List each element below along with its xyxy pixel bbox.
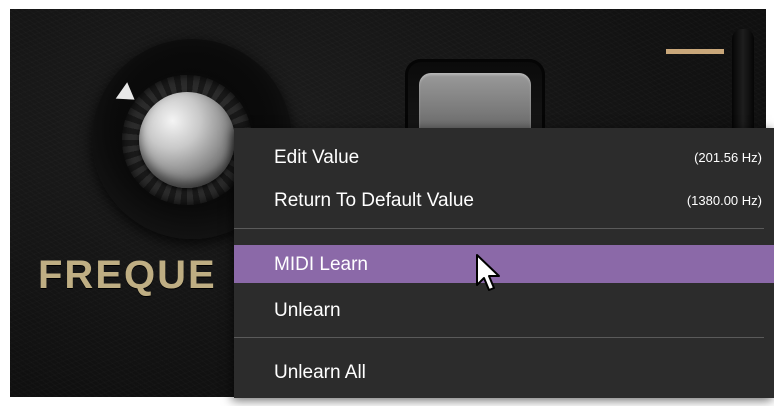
menu-item-value: (1380.00 Hz) [686,193,762,208]
menu-item-label: Edit Value [274,147,360,168]
menu-item-unlearn-all[interactable]: Unlearn All [234,353,774,391]
menu-item-edit-value[interactable]: Edit Value (201.56 Hz) [234,138,774,176]
knob-cap [139,92,235,188]
menu-item-label: Return To Default Value [274,190,474,211]
menu-item-unlearn[interactable]: Unlearn [234,291,774,329]
menu-item-return-default[interactable]: Return To Default Value (1380.00 Hz) [234,181,774,219]
mouse-pointer-icon [476,254,500,291]
menu-separator [234,337,764,338]
menu-item-label: Unlearn [274,300,341,321]
menu-item-label: Unlearn All [274,362,366,383]
menu-separator [234,228,764,229]
slider-level-marker [666,49,724,54]
menu-item-label: MIDI Learn [274,254,368,275]
frequency-label: FREQUE [38,253,217,297]
menu-item-value: (201.56 Hz) [694,150,762,165]
